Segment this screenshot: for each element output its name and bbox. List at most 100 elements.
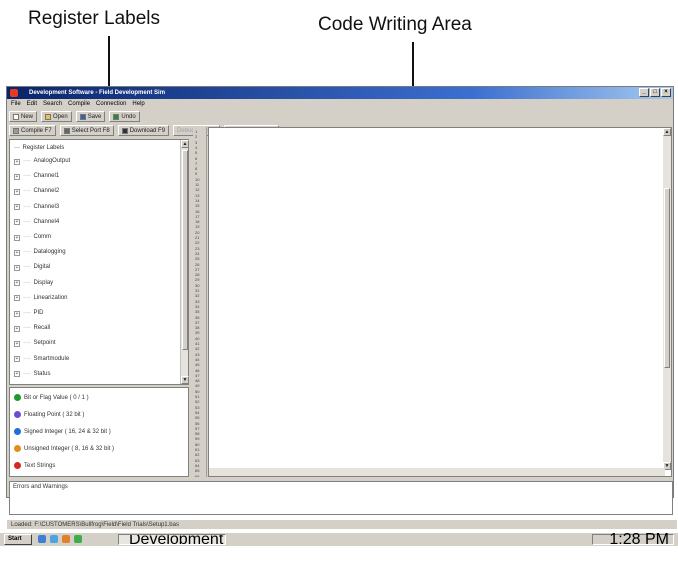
- tree-connector: ·····: [23, 203, 31, 210]
- line-number: 59: [195, 436, 200, 442]
- minimize-button[interactable]: _: [639, 88, 649, 97]
- expand-icon[interactable]: +: [14, 234, 20, 241]
- tree-item-analogoutput[interactable]: + ····· AnalogOutput: [14, 157, 70, 166]
- menu-edit[interactable]: Edit: [27, 99, 37, 109]
- tree-scroll-up-icon[interactable]: ▲: [181, 140, 189, 148]
- code-editor[interactable]: ▲ ▼: [208, 127, 672, 477]
- tree-item-label: Channel4: [33, 218, 60, 225]
- line-number: 54: [195, 409, 200, 415]
- line-number: 45: [195, 362, 200, 368]
- menu-compile[interactable]: Compile: [68, 99, 90, 109]
- menu-connection[interactable]: Connection: [96, 99, 126, 109]
- tree-item-datalogging[interactable]: + ····· Datalogging: [14, 248, 66, 257]
- line-number: 8: [195, 166, 198, 172]
- expand-icon[interactable]: +: [14, 310, 20, 317]
- app-icon: [10, 89, 18, 97]
- expand-icon[interactable]: +: [14, 249, 20, 256]
- menu-help[interactable]: Help: [132, 99, 144, 109]
- expand-icon[interactable]: +: [14, 219, 20, 226]
- tree-connector: ·····: [23, 173, 31, 180]
- select-port-f8-button[interactable]: Select Port F8: [59, 125, 114, 136]
- tree-item-linearization[interactable]: + ····· Linearization: [14, 294, 68, 303]
- quick-launch-app-icon[interactable]: [74, 535, 82, 543]
- line-number: 33: [195, 298, 200, 304]
- tree-item-recall[interactable]: + ····· Recall: [14, 324, 50, 333]
- expand-icon[interactable]: +: [14, 325, 20, 332]
- tree-item-channel4[interactable]: + ····· Channel4: [14, 218, 59, 227]
- line-number: 29: [195, 277, 200, 283]
- tree-connector: ·····: [23, 234, 31, 240]
- line-number: 9: [195, 171, 198, 177]
- tree-item-channel3[interactable]: + ····· Channel3: [14, 203, 59, 212]
- download-f9-button[interactable]: Download F9: [117, 125, 170, 136]
- app-window: Development Software - Field Development…: [6, 86, 677, 529]
- line-number: 43: [195, 351, 200, 357]
- tree-connector: ·····: [23, 218, 31, 225]
- tree-root[interactable]: — Register Labels: [14, 144, 64, 153]
- undo-button[interactable]: Undo: [109, 111, 140, 122]
- open-button[interactable]: Open: [41, 111, 72, 122]
- tree-item-label: Recall: [33, 325, 51, 332]
- expand-icon[interactable]: +: [14, 173, 20, 180]
- tree-connector: ·····: [23, 188, 31, 195]
- quick-launch-browser-icon[interactable]: [50, 535, 58, 543]
- tree-scrollbar[interactable]: ▲ ▼: [180, 140, 189, 384]
- editor-scroll-thumb[interactable]: [664, 188, 670, 368]
- expand-icon[interactable]: +: [14, 188, 20, 195]
- tree-item-comm[interactable]: + ····· Comm: [14, 233, 51, 242]
- quick-launch-desktop-icon[interactable]: [38, 535, 46, 543]
- tree-item-channel2[interactable]: + ····· Channel2: [14, 187, 59, 196]
- expand-icon[interactable]: +: [14, 340, 20, 347]
- download-f9-label: Download F9: [129, 127, 166, 134]
- editor-scroll-up-icon[interactable]: ▲: [663, 128, 671, 136]
- line-number: 6: [195, 155, 198, 161]
- menu-file[interactable]: File: [11, 99, 21, 109]
- select-port-f8-label: Select Port F8: [71, 127, 110, 134]
- start-button[interactable]: Start: [4, 534, 32, 545]
- legend-item: Bit or Flag Value ( 0 / 1 ): [14, 392, 89, 403]
- window-title: Development Software - Field Development…: [29, 90, 166, 96]
- expand-icon[interactable]: +: [14, 295, 20, 302]
- tree-item-label: Channel2: [33, 188, 60, 195]
- maximize-button[interactable]: □: [650, 88, 660, 97]
- tree-item-status[interactable]: + ····· Status: [14, 370, 51, 379]
- new-button[interactable]: New: [9, 111, 38, 122]
- line-number: 40: [195, 335, 200, 341]
- errors-panel-title: Errors and Warnings: [13, 484, 68, 490]
- tree-item-setpoint[interactable]: + ····· Setpoint: [14, 339, 56, 348]
- download-icon: [121, 127, 128, 134]
- expand-icon[interactable]: +: [14, 280, 20, 287]
- tree-item-digital[interactable]: + ····· Digital: [14, 263, 50, 272]
- expand-icon[interactable]: +: [14, 264, 20, 271]
- tree-item-pid[interactable]: + ····· PID: [14, 309, 44, 318]
- tree-scroll-down-icon[interactable]: ▼: [181, 376, 189, 384]
- close-button[interactable]: ×: [661, 88, 671, 97]
- line-number: 57: [195, 425, 200, 431]
- tree-item-smartmodule[interactable]: + ····· Smartmodule: [14, 355, 69, 364]
- taskbar: Start Development Software - Field Devel…: [0, 532, 678, 548]
- register-labels-tree: ▲ ▼ — Register Labels + ····· AnalogOutput + ·…: [9, 139, 189, 385]
- line-number: 44: [195, 356, 200, 362]
- save-button[interactable]: Save: [75, 111, 106, 122]
- data-type-icon: [14, 428, 21, 435]
- line-number: 30: [195, 282, 200, 288]
- tree-item-display[interactable]: + ····· Display: [14, 279, 53, 288]
- tree-item-channel1[interactable]: + ····· Channel1: [14, 172, 59, 181]
- editor-vertical-scrollbar[interactable]: ▲ ▼: [663, 128, 671, 470]
- taskbar-app-item[interactable]: Development Software - Field Development: [118, 534, 226, 545]
- status-bar: Loaded: F:\CUSTOMERS\Bullfrog\Field\Fiel…: [7, 519, 677, 529]
- line-number: 53: [195, 404, 200, 410]
- menu-search[interactable]: Search: [43, 99, 62, 109]
- compile-f7-button[interactable]: Compile F7: [9, 125, 56, 136]
- editor-horizontal-scrollbar[interactable]: [209, 468, 665, 476]
- line-number: 25: [195, 256, 200, 262]
- tree-scroll-thumb[interactable]: [182, 150, 188, 350]
- line-number: 51: [195, 394, 200, 399]
- expand-icon[interactable]: +: [14, 371, 20, 378]
- data-type-icon: [14, 462, 21, 469]
- expand-icon[interactable]: +: [14, 158, 20, 165]
- tree-item-label: AnalogOutput: [33, 158, 71, 164]
- quick-launch-media-icon[interactable]: [62, 535, 70, 543]
- expand-icon[interactable]: +: [14, 204, 20, 211]
- expand-icon[interactable]: +: [14, 356, 20, 363]
